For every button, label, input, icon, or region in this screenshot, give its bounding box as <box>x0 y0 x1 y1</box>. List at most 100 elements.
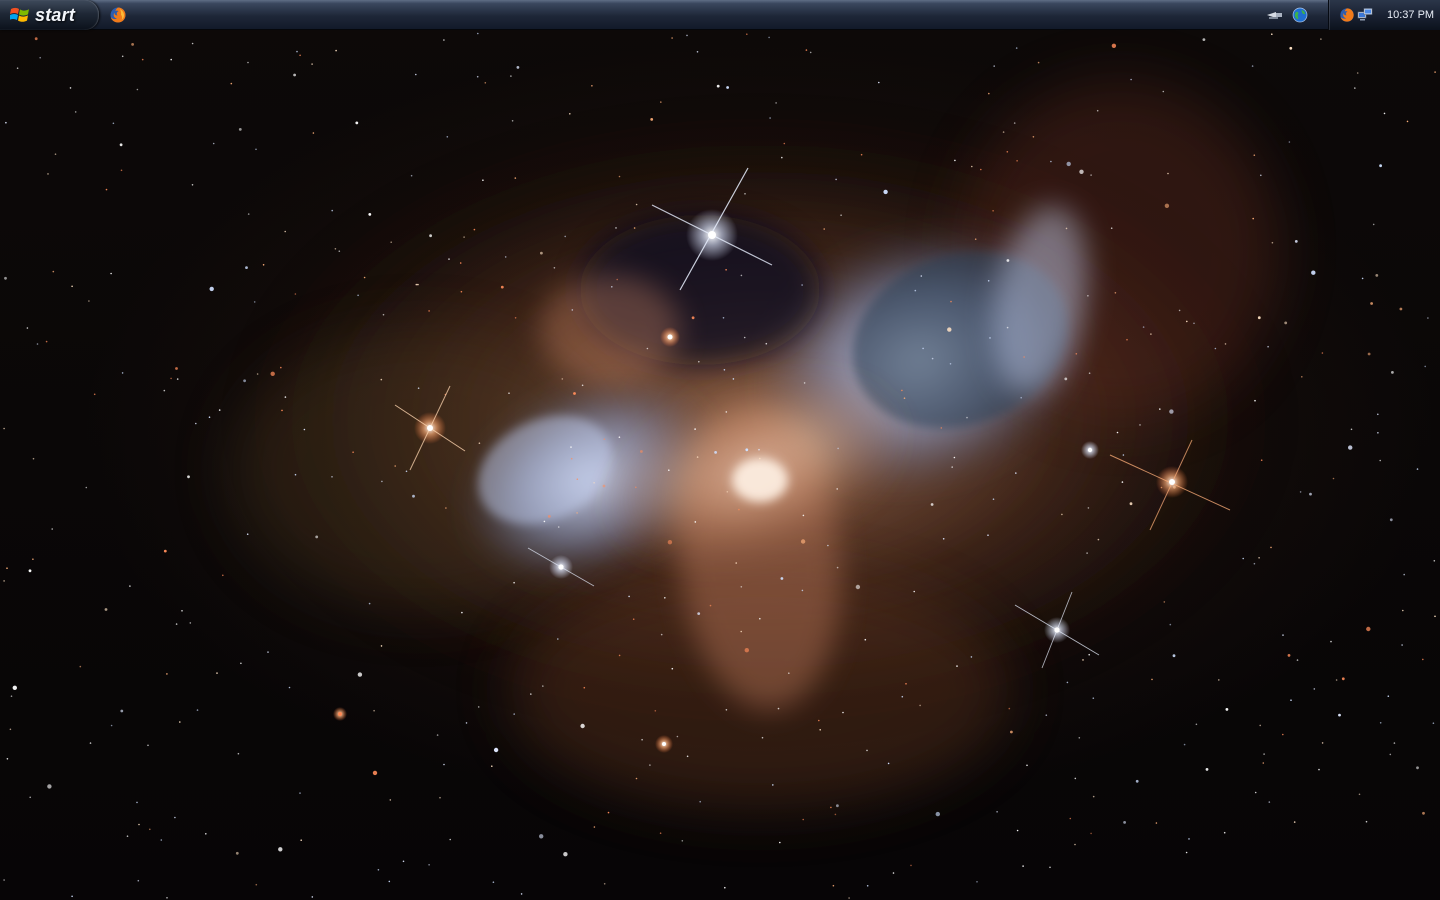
star <box>993 65 995 67</box>
star <box>966 416 968 419</box>
star <box>179 721 181 723</box>
star <box>970 656 973 658</box>
star <box>368 602 371 605</box>
star <box>910 864 912 867</box>
star <box>1257 316 1261 320</box>
star <box>664 597 666 599</box>
star <box>570 446 572 448</box>
star <box>126 835 129 837</box>
star <box>415 283 418 286</box>
star <box>1335 679 1338 681</box>
star <box>311 63 313 65</box>
star <box>987 280 990 282</box>
star <box>901 389 903 392</box>
star <box>571 309 574 311</box>
star <box>696 51 699 53</box>
star <box>380 378 383 381</box>
star <box>866 749 868 752</box>
star <box>54 153 57 155</box>
star <box>1402 609 1404 612</box>
star <box>553 267 556 269</box>
star <box>32 457 35 460</box>
star <box>69 87 72 89</box>
star <box>835 178 837 181</box>
star <box>765 342 768 345</box>
globe-network-icon[interactable] <box>1292 7 1308 23</box>
star <box>380 645 383 647</box>
star <box>511 120 514 122</box>
star <box>732 378 735 380</box>
star <box>331 209 334 212</box>
star <box>1202 38 1206 41</box>
star <box>740 586 743 588</box>
star <box>1135 779 1139 783</box>
star <box>725 709 728 711</box>
star <box>738 508 740 511</box>
star <box>616 278 618 281</box>
star <box>149 828 151 831</box>
star <box>1313 688 1316 690</box>
bright-star <box>655 735 673 753</box>
tray-firefox[interactable] <box>1338 6 1356 24</box>
star <box>1271 33 1273 35</box>
star <box>1151 678 1153 681</box>
star <box>591 85 593 87</box>
notification-area-icons <box>1266 4 1314 26</box>
star <box>16 67 19 69</box>
star <box>698 360 700 363</box>
star <box>694 428 696 430</box>
star <box>443 763 445 766</box>
star <box>1087 295 1089 297</box>
star <box>446 136 449 138</box>
star <box>557 526 560 528</box>
star <box>788 672 790 674</box>
star <box>47 173 49 175</box>
star <box>1010 730 1013 734</box>
star <box>1006 151 1009 153</box>
star <box>1002 131 1005 133</box>
taskbar: start 10:37 PM <box>0 0 1440 30</box>
tray-network[interactable] <box>1357 7 1373 23</box>
star <box>576 512 578 514</box>
star <box>449 838 452 841</box>
usb-device-icon[interactable] <box>1266 8 1284 22</box>
star <box>1049 866 1051 869</box>
star <box>635 777 638 780</box>
star <box>377 869 380 871</box>
star <box>878 81 880 84</box>
star <box>746 33 748 35</box>
star <box>104 608 108 611</box>
clock[interactable]: 10:37 PM <box>1387 9 1434 21</box>
star <box>28 569 32 573</box>
star <box>1399 307 1403 311</box>
star <box>166 897 168 899</box>
star <box>709 604 712 607</box>
star <box>331 476 333 478</box>
star <box>12 685 17 690</box>
star <box>1288 141 1291 143</box>
star <box>513 581 515 584</box>
star <box>1218 679 1220 681</box>
star <box>390 241 393 243</box>
star <box>1389 518 1393 522</box>
star <box>218 409 221 411</box>
star <box>758 448 760 451</box>
star <box>255 883 258 886</box>
quick-launch-firefox[interactable] <box>107 5 129 25</box>
star <box>119 143 123 147</box>
star <box>1045 714 1048 716</box>
star <box>3 879 5 881</box>
star <box>671 37 673 39</box>
star <box>580 723 585 729</box>
star <box>780 577 784 580</box>
star <box>160 839 163 841</box>
star <box>779 841 781 844</box>
star <box>581 384 584 387</box>
star <box>235 851 239 855</box>
star <box>299 792 301 794</box>
star <box>245 266 248 269</box>
star <box>1122 454 1125 456</box>
star <box>530 693 532 695</box>
star <box>668 469 670 472</box>
start-button[interactable]: start <box>0 0 99 30</box>
